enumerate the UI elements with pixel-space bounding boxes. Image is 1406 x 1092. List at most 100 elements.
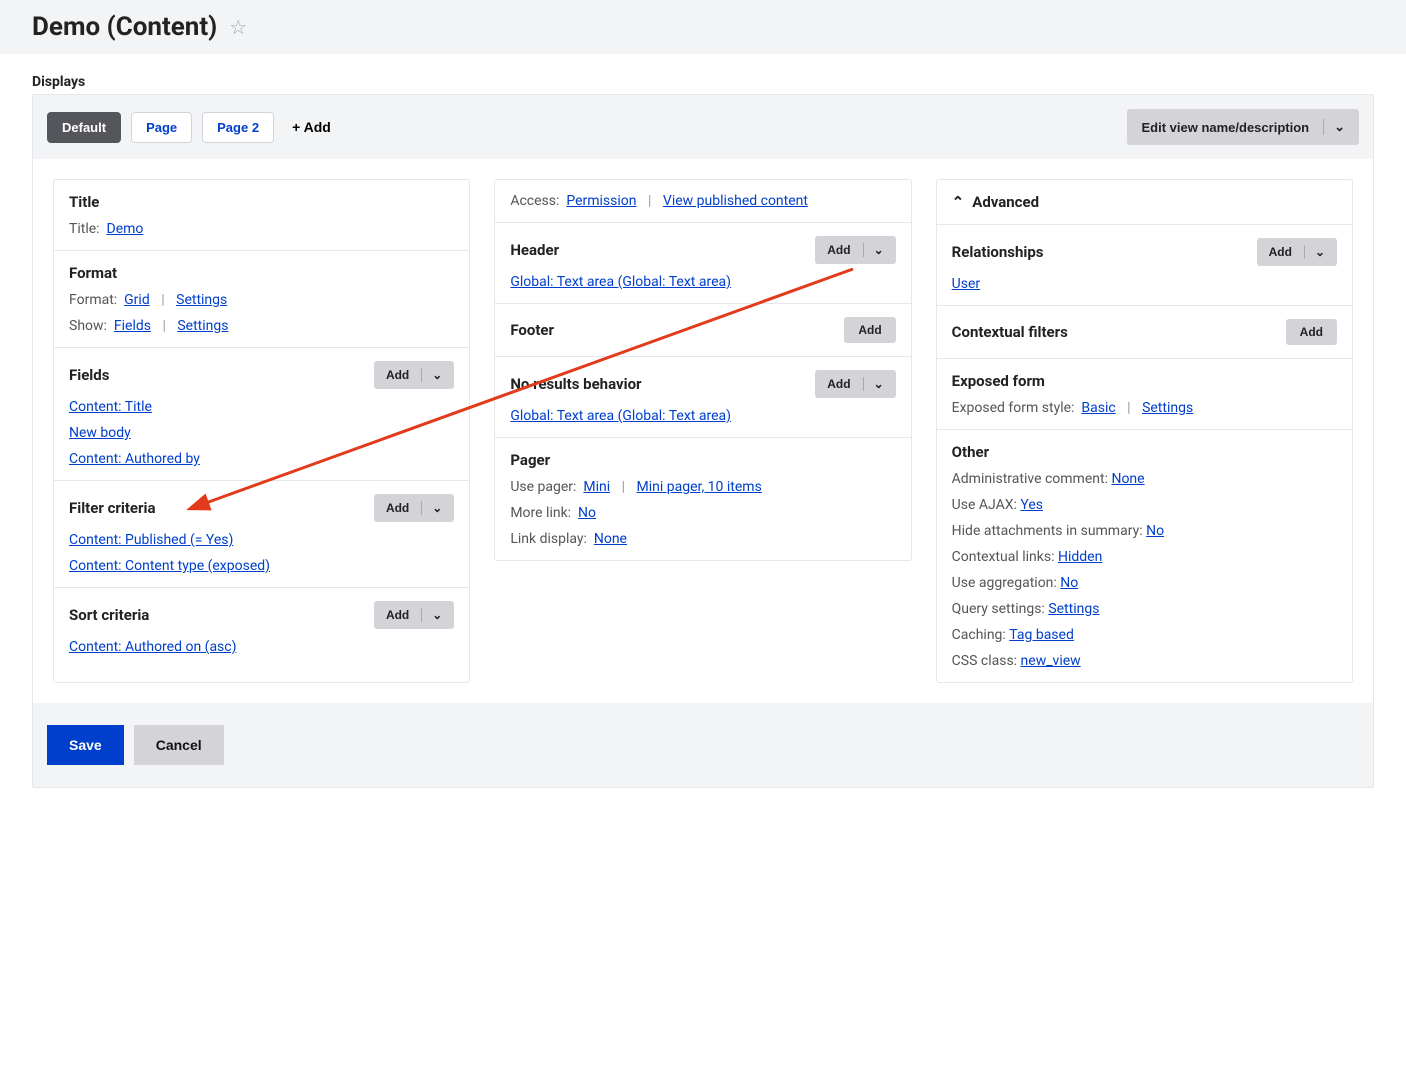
section-sort: Sort criteria Add ⌄ Content: Authored on… [54,588,469,668]
page-header: Demo (Content) ☆ [0,0,1406,54]
columns: Title Title: Demo Format Format: Grid | … [33,159,1373,703]
chevron-down-icon: ⌄ [863,243,884,257]
field-link[interactable]: Content: Authored by [69,451,200,467]
relationship-item-link[interactable]: User [952,276,980,292]
separator: | [1127,400,1130,416]
section-filter: Filter criteria Add ⌄ Content: Published… [54,481,469,588]
sort-heading: Sort criteria [69,606,149,624]
filter-link[interactable]: Content: Published (= Yes) [69,532,233,548]
access-perm-link[interactable]: Permission [566,193,636,209]
exposed-label: Exposed form style: [952,400,1075,416]
noresults-item-link[interactable]: Global: Text area (Global: Text area) [510,408,731,424]
section-pager: Pager Use pager: Mini | Mini pager, 10 i… [495,438,910,560]
tab-page[interactable]: Page [131,112,192,143]
relationships-add-button[interactable]: Add ⌄ [1257,238,1337,266]
other-label: Use aggregation: [952,575,1057,591]
separator: | [161,292,164,308]
footer-heading: Footer [510,321,554,339]
more-link-label: More link: [510,505,571,521]
other-value-link[interactable]: Settings [1048,601,1099,617]
fields-add-button[interactable]: Add ⌄ [374,361,454,389]
add-display-button[interactable]: + Add [284,112,339,142]
edit-view-label: Edit view name/description [1141,120,1309,135]
show-value-link[interactable]: Fields [114,318,151,334]
other-value-link[interactable]: new_view [1021,653,1081,669]
panel-middle-wrap: Access: Permission | View published cont… [494,179,911,683]
relationships-heading: Relationships [952,243,1044,261]
link-display-value[interactable]: None [594,531,627,547]
tabs-row: Default Page Page 2 + Add Edit view name… [33,95,1373,159]
chevron-up-icon: ⌃ [952,193,965,211]
other-label: Query settings: [952,601,1045,617]
filter-add-button[interactable]: Add ⌄ [374,494,454,522]
filter-link[interactable]: Content: Content type (exposed) [69,558,270,574]
section-noresults: No results behavior Add ⌄ Global: Text a… [495,357,910,438]
other-value-link[interactable]: No [1146,523,1164,539]
format-value-link[interactable]: Grid [124,292,150,308]
cancel-button[interactable]: Cancel [134,725,224,765]
other-value-link[interactable]: None [1111,471,1144,487]
section-exposed: Exposed form Exposed form style: Basic |… [937,359,1352,430]
field-link[interactable]: Content: Title [69,399,152,415]
show-label: Show: [69,318,107,334]
displays-container: Default Page Page 2 + Add Edit view name… [32,94,1374,788]
pager-detail-link[interactable]: Mini pager, 10 items [637,479,762,495]
field-link[interactable]: New body [69,425,131,441]
header-item-link[interactable]: Global: Text area (Global: Text area) [510,274,731,290]
star-icon[interactable]: ☆ [229,15,247,39]
other-value-link[interactable]: Hidden [1058,549,1102,565]
chevron-down-icon: ⌄ [421,368,442,382]
other-label: Administrative comment: [952,471,1108,487]
footer-add-button[interactable]: Add [844,317,895,343]
other-value-link[interactable]: No [1060,575,1078,591]
noresults-add-button[interactable]: Add ⌄ [815,370,895,398]
use-pager-label: Use pager: [510,479,576,495]
page-title: Demo (Content) [32,12,217,42]
tab-page2[interactable]: Page 2 [202,112,274,143]
more-link-value[interactable]: No [578,505,596,521]
save-button[interactable]: Save [47,725,124,765]
panel-middle: Access: Permission | View published cont… [494,179,911,561]
use-pager-link[interactable]: Mini [583,479,610,495]
other-label: CSS class: [952,653,1017,669]
title-value-link[interactable]: Demo [107,221,144,237]
section-title-heading: Title [69,193,454,211]
other-label: Use AJAX: [952,497,1017,513]
sort-link[interactable]: Content: Authored on (asc) [69,639,237,655]
edit-view-button[interactable]: Edit view name/description ⌄ [1127,109,1359,145]
show-settings-link[interactable]: Settings [177,318,228,334]
section-access: Access: Permission | View published cont… [495,180,910,223]
exposed-value-link[interactable]: Basic [1081,400,1115,416]
exposed-heading: Exposed form [952,372,1337,390]
access-value-link[interactable]: View published content [663,193,808,209]
advanced-label: Advanced [972,193,1039,211]
contextual-add-button[interactable]: Add [1286,319,1337,345]
other-label: Caching: [952,627,1006,643]
advanced-toggle[interactable]: ⌃ Advanced [937,180,1352,225]
contextual-heading: Contextual filters [952,323,1068,341]
format-heading: Format [69,264,454,282]
title-label: Title: [69,221,100,237]
other-heading: Other [952,443,1337,461]
other-value-link[interactable]: Tag based [1009,627,1074,643]
sort-add-button[interactable]: Add ⌄ [374,601,454,629]
section-format: Format Format: Grid | Settings Show: Fie… [54,251,469,348]
add-label: Add [386,608,409,622]
other-label: Hide attachments in summary: [952,523,1143,539]
pager-heading: Pager [510,451,895,469]
separator: | [622,479,625,495]
section-relationships: Relationships Add ⌄ User [937,225,1352,306]
fields-heading: Fields [69,366,109,384]
tab-default[interactable]: Default [47,112,121,143]
header-add-button[interactable]: Add ⌄ [815,236,895,264]
format-settings-link[interactable]: Settings [176,292,227,308]
access-label: Access: [510,193,559,209]
noresults-heading: No results behavior [510,375,641,393]
other-value-link[interactable]: Yes [1020,497,1043,513]
displays-label: Displays [32,74,1374,90]
add-label: Add [827,377,850,391]
exposed-settings-link[interactable]: Settings [1142,400,1193,416]
chevron-down-icon: ⌄ [421,608,442,622]
section-other: Other Administrative comment: None Use A… [937,430,1352,682]
other-label: Contextual links: [952,549,1055,565]
